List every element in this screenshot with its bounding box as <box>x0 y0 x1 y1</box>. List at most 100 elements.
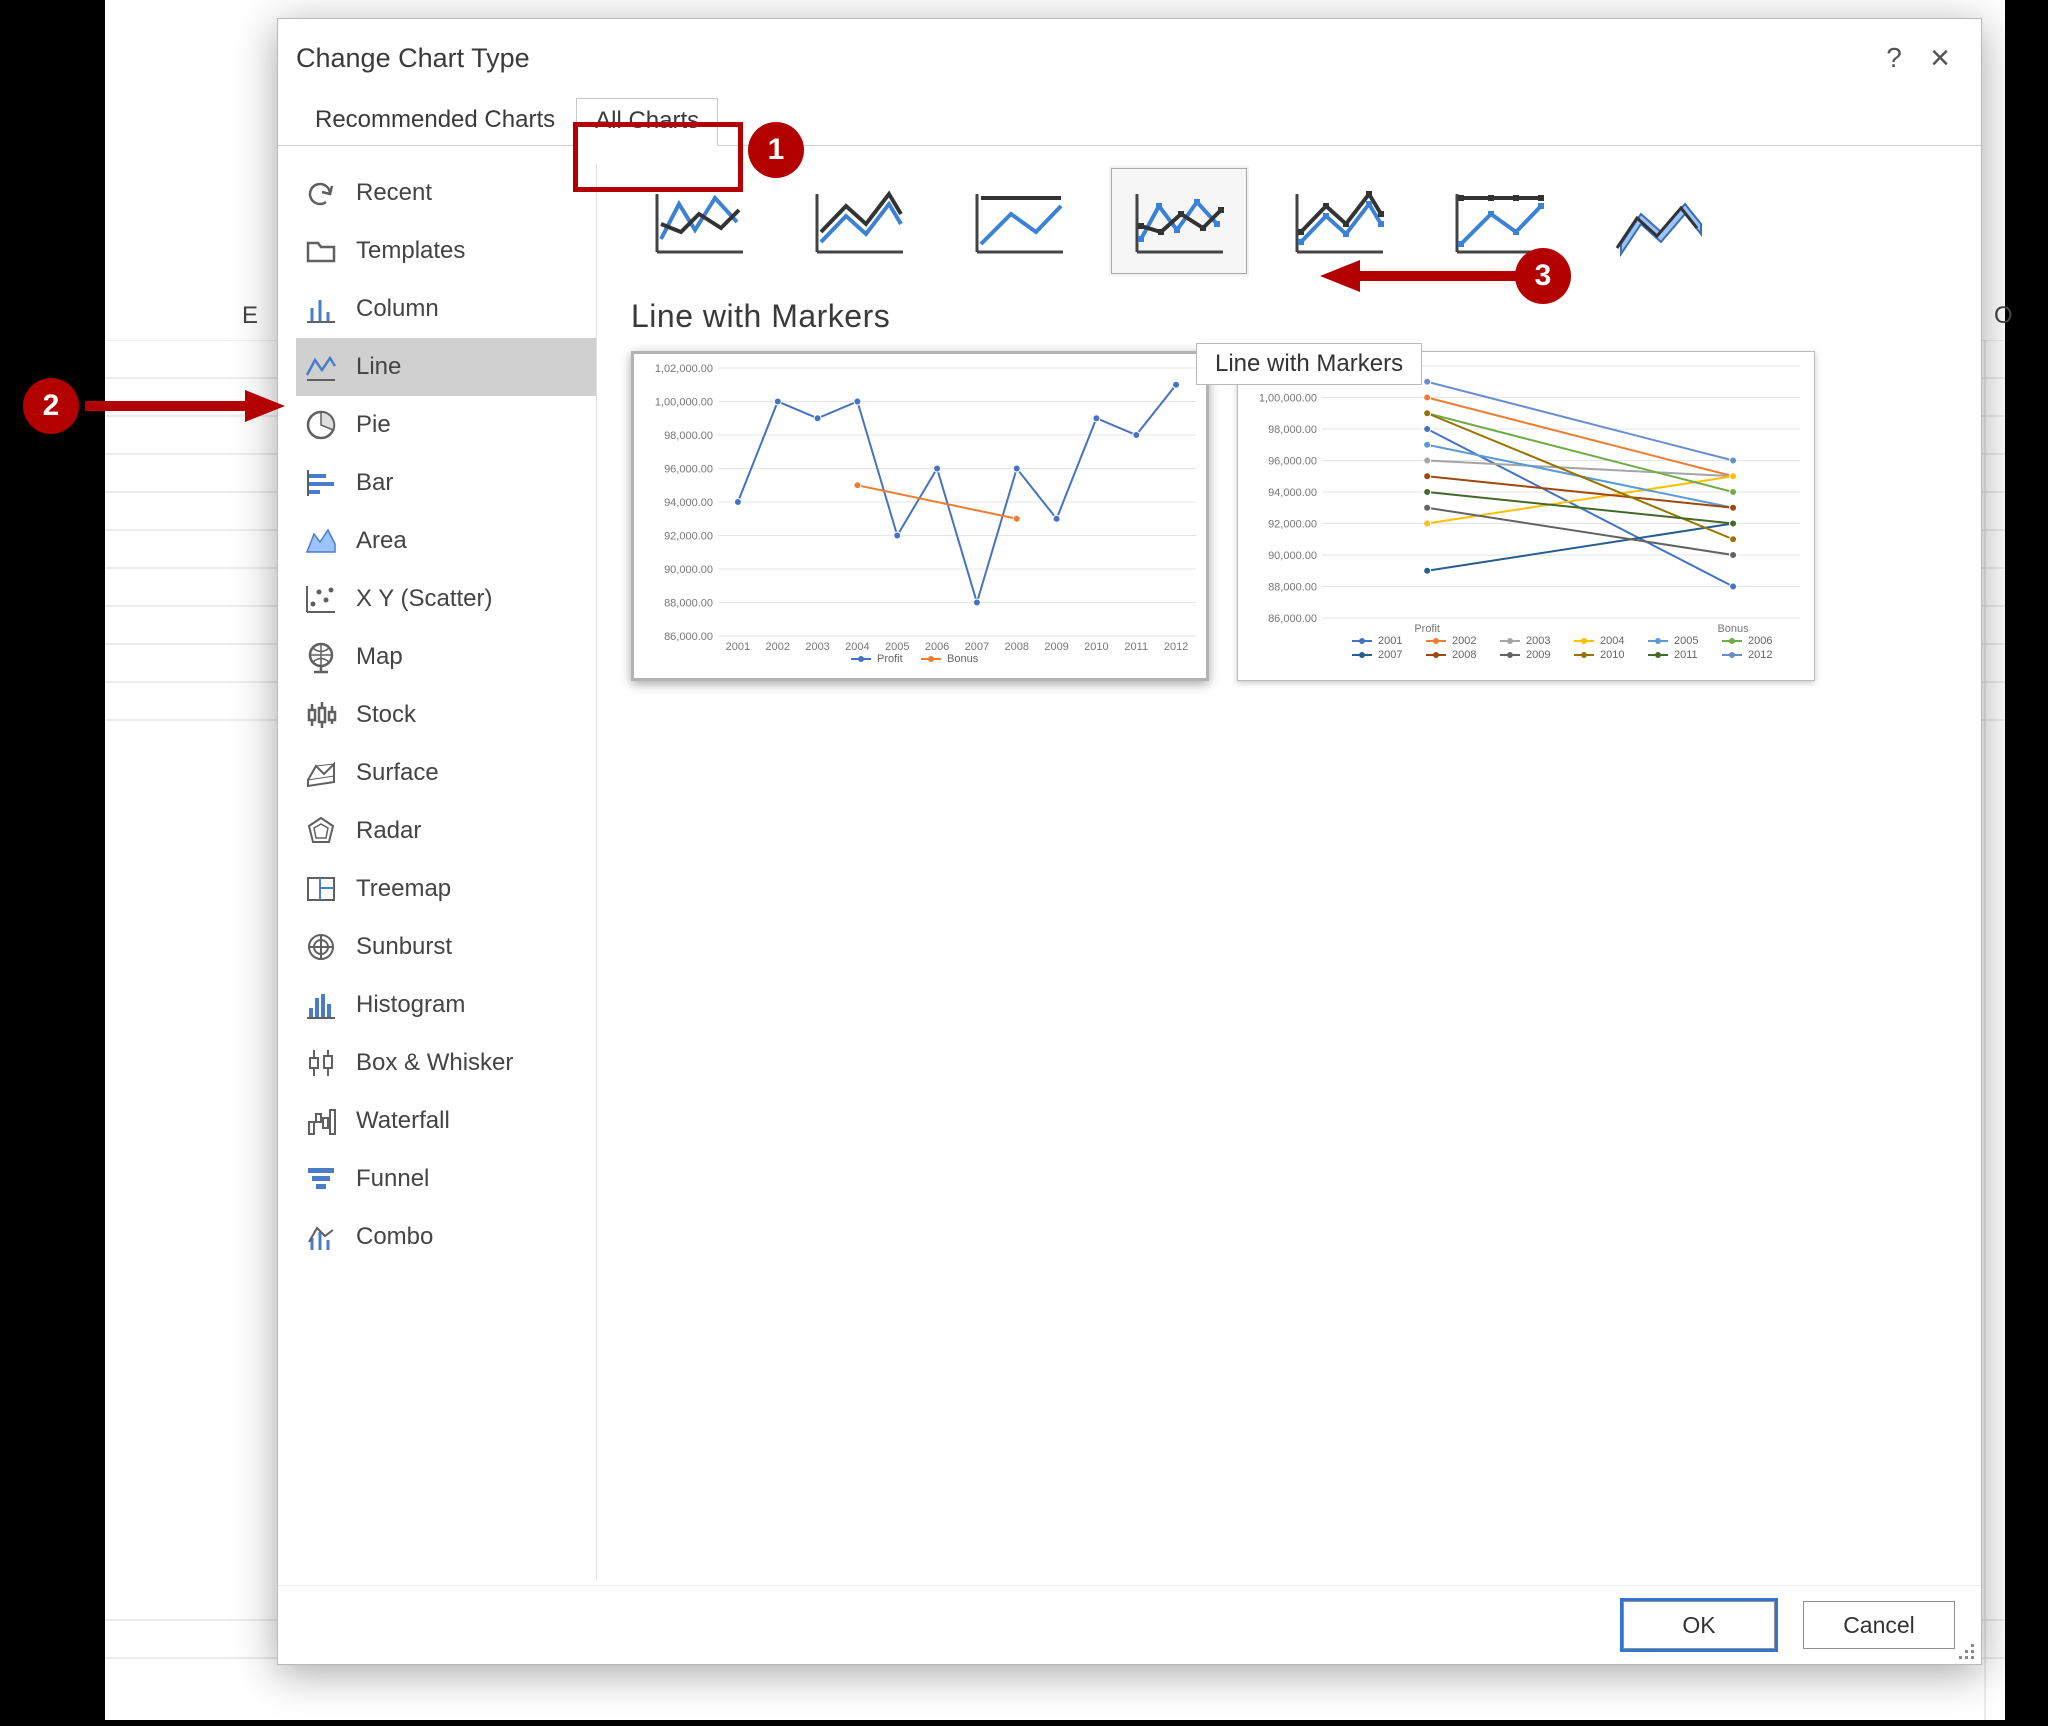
chart-subtype-row <box>631 164 1959 274</box>
scatter-chart-icon <box>304 582 338 616</box>
annotation-box-1 <box>573 122 743 192</box>
svg-text:90,000.00: 90,000.00 <box>1268 550 1317 562</box>
svg-text:2010: 2010 <box>1084 641 1108 653</box>
treemap-icon <box>304 872 338 906</box>
cat-label: Combo <box>356 1223 433 1251</box>
cat-radar[interactable]: Radar <box>296 802 596 860</box>
box-whisker-icon <box>304 1046 338 1080</box>
dialog-title: Change Chart Type <box>296 43 530 74</box>
svg-text:2009: 2009 <box>1044 641 1068 653</box>
cat-label: Treemap <box>356 875 451 903</box>
svg-text:2008: 2008 <box>1452 649 1476 661</box>
svg-text:2011: 2011 <box>1124 641 1148 653</box>
pie-chart-icon <box>304 408 338 442</box>
cat-box-whisker[interactable]: Box & Whisker <box>296 1034 596 1092</box>
bar-chart-icon <box>304 466 338 500</box>
svg-text:88,000.00: 88,000.00 <box>1268 582 1317 594</box>
svg-text:2007: 2007 <box>965 641 989 653</box>
sunburst-icon <box>304 930 338 964</box>
cat-area[interactable]: Area <box>296 512 596 570</box>
subtype-stacked-line[interactable] <box>791 168 927 274</box>
cat-label: Recent <box>356 179 432 207</box>
annotation-badge-1: 1 <box>748 122 804 178</box>
cat-label: Bar <box>356 469 393 497</box>
cat-label: Area <box>356 527 407 555</box>
svg-text:2005: 2005 <box>1674 635 1698 647</box>
svg-text:92,000.00: 92,000.00 <box>664 531 713 543</box>
resize-grip[interactable] <box>1959 1642 1977 1660</box>
svg-text:Profit: Profit <box>1414 623 1440 635</box>
svg-text:88,000.00: 88,000.00 <box>664 598 713 610</box>
svg-text:2007: 2007 <box>1378 649 1402 661</box>
cat-label: Line <box>356 353 401 381</box>
svg-text:1,02,000.00: 1,02,000.00 <box>655 363 713 375</box>
column-header[interactable]: E <box>215 302 285 340</box>
combo-chart-icon <box>304 1220 338 1254</box>
cat-pie[interactable]: Pie <box>296 396 596 454</box>
subtype-line-with-markers[interactable] <box>1111 168 1247 274</box>
dialog-titlebar[interactable]: Change Chart Type ? × <box>278 19 1981 97</box>
cat-treemap[interactable]: Treemap <box>296 860 596 918</box>
folder-icon <box>304 234 338 268</box>
globe-icon <box>304 640 338 674</box>
svg-text:94,000.00: 94,000.00 <box>664 497 713 509</box>
svg-text:2012: 2012 <box>1748 649 1772 661</box>
subtype-title: Line with Markers <box>631 298 1959 335</box>
cat-sunburst[interactable]: Sunburst <box>296 918 596 976</box>
dialog-button-row: OK Cancel <box>278 1585 1981 1664</box>
cat-label: Funnel <box>356 1165 429 1193</box>
cat-label: Waterfall <box>356 1107 450 1135</box>
cancel-button[interactable]: Cancel <box>1803 1601 1955 1649</box>
svg-text:2002: 2002 <box>1452 635 1476 647</box>
black-margin <box>0 0 105 1720</box>
svg-text:2008: 2008 <box>1005 641 1029 653</box>
tab-recommended-charts[interactable]: Recommended Charts <box>296 97 574 145</box>
svg-text:Bonus: Bonus <box>947 653 979 665</box>
svg-text:98,000.00: 98,000.00 <box>1268 424 1317 436</box>
cat-waterfall[interactable]: Waterfall <box>296 1092 596 1150</box>
cat-label: Templates <box>356 237 465 265</box>
chart-preview-1[interactable]: 86,000.0088,000.0090,000.0092,000.0094,0… <box>631 351 1209 681</box>
svg-text:2005: 2005 <box>885 641 909 653</box>
cat-line[interactable]: Line <box>296 338 596 396</box>
undo-icon <box>304 176 338 210</box>
ok-button[interactable]: OK <box>1623 1601 1775 1649</box>
svg-text:Bonus: Bonus <box>1717 623 1749 635</box>
chart-preview-2[interactable]: 86,000.0088,000.0090,000.0092,000.0094,0… <box>1237 351 1815 681</box>
svg-text:2004: 2004 <box>1600 635 1624 647</box>
subtype-100-stacked-line[interactable] <box>951 168 1087 274</box>
cat-label: Sunburst <box>356 933 452 961</box>
line-chart-icon <box>304 350 338 384</box>
cat-combo[interactable]: Combo <box>296 1208 596 1266</box>
subtype-tooltip: Line with Markers <box>1196 343 1422 385</box>
annotation-badge-2: 2 <box>23 378 79 434</box>
subtype-3d-line[interactable] <box>1591 168 1727 274</box>
help-button[interactable]: ? <box>1871 42 1917 74</box>
cat-templates[interactable]: Templates <box>296 222 596 280</box>
cat-recent[interactable]: Recent <box>296 164 596 222</box>
svg-text:2010: 2010 <box>1600 649 1624 661</box>
cat-bar[interactable]: Bar <box>296 454 596 512</box>
svg-text:2012: 2012 <box>1164 641 1188 653</box>
surface-chart-icon <box>304 756 338 790</box>
cat-label: X Y (Scatter) <box>356 585 493 613</box>
cat-column[interactable]: Column <box>296 280 596 338</box>
change-chart-type-dialog: Change Chart Type ? × Recommended Charts… <box>277 18 1982 1665</box>
cat-stock[interactable]: Stock <box>296 686 596 744</box>
close-button[interactable]: × <box>1917 39 1963 78</box>
svg-text:2004: 2004 <box>845 641 869 653</box>
cat-histogram[interactable]: Histogram <box>296 976 596 1034</box>
svg-text:1,00,000.00: 1,00,000.00 <box>1259 393 1317 405</box>
cat-label: Column <box>356 295 439 323</box>
cat-map[interactable]: Map <box>296 628 596 686</box>
svg-text:86,000.00: 86,000.00 <box>1268 613 1317 625</box>
dialog-tabstrip: Recommended Charts All Charts <box>278 97 1981 146</box>
cat-scatter[interactable]: X Y (Scatter) <box>296 570 596 628</box>
cat-label: Stock <box>356 701 416 729</box>
cat-surface[interactable]: Surface <box>296 744 596 802</box>
svg-text:2009: 2009 <box>1526 649 1550 661</box>
svg-text:98,000.00: 98,000.00 <box>664 430 713 442</box>
column-header[interactable]: O <box>1994 302 2013 330</box>
cat-funnel[interactable]: Funnel <box>296 1150 596 1208</box>
cat-label: Box & Whisker <box>356 1049 513 1077</box>
